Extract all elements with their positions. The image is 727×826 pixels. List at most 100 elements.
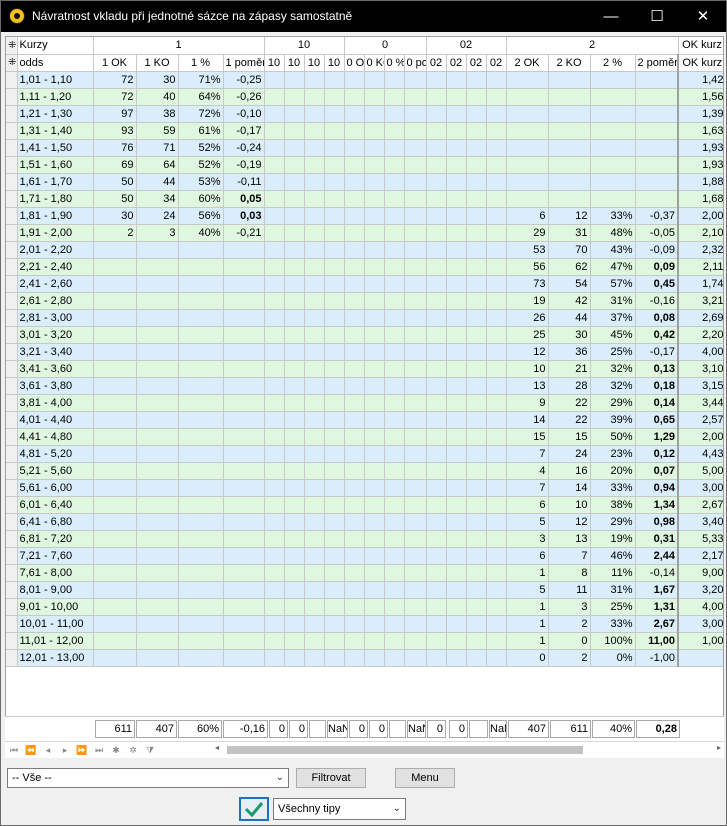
table-cell[interactable]: 3 — [136, 224, 179, 242]
table-cell[interactable] — [404, 292, 427, 310]
table-cell[interactable] — [364, 428, 385, 446]
table-cell[interactable] — [93, 649, 137, 667]
table-cell[interactable]: 25% — [590, 343, 636, 361]
row-selector[interactable] — [6, 105, 18, 123]
table-cell[interactable]: 13 — [506, 377, 549, 395]
table-cell[interactable] — [404, 190, 427, 208]
table-cell[interactable]: 11,01 - 12,00 — [17, 632, 94, 650]
table-cell[interactable] — [304, 173, 325, 191]
table-cell[interactable] — [364, 462, 385, 480]
table-cell[interactable] — [486, 615, 507, 633]
table-cell[interactable]: 14 — [548, 479, 591, 497]
table-cell[interactable] — [635, 156, 679, 174]
table-cell[interactable] — [344, 530, 365, 548]
table-cell[interactable]: 1,67 — [635, 581, 679, 599]
table-cell[interactable]: 53% — [178, 173, 224, 191]
row-selector[interactable] — [6, 649, 18, 667]
table-cell[interactable]: 54 — [548, 275, 591, 293]
table-cell[interactable]: 52% — [178, 139, 224, 157]
table-cell[interactable] — [304, 88, 325, 106]
table-cell[interactable] — [590, 139, 636, 157]
table-row[interactable]: 2,41 - 2,60 73 54 57% 0,45 1,74 — [6, 275, 723, 293]
table-cell[interactable] — [446, 207, 467, 225]
table-cell[interactable] — [344, 581, 365, 599]
table-cell[interactable] — [466, 360, 487, 378]
table-cell[interactable] — [364, 309, 385, 327]
table-cell[interactable] — [404, 564, 427, 582]
table-cell[interactable]: 76 — [93, 139, 137, 157]
table-cell[interactable] — [384, 462, 405, 480]
table-cell[interactable] — [506, 173, 549, 191]
table-cell[interactable] — [364, 190, 385, 208]
table-row[interactable]: 8,01 - 9,00 5 11 31% 1,67 3,20 — [6, 581, 723, 599]
table-cell[interactable] — [93, 513, 137, 531]
table-cell[interactable]: 57% — [590, 275, 636, 293]
table-cell[interactable]: 23% — [590, 445, 636, 463]
table-cell[interactable] — [324, 530, 345, 548]
table-cell[interactable] — [93, 462, 137, 480]
table-cell[interactable] — [426, 513, 447, 531]
table-cell[interactable] — [324, 411, 345, 429]
table-cell[interactable]: 71% — [178, 71, 224, 89]
table-cell[interactable]: 3,15 — [678, 377, 723, 395]
table-cell[interactable]: 61% — [178, 122, 224, 140]
table-row[interactable]: 4,81 - 5,20 7 24 23% 0,12 4,43 — [6, 445, 723, 463]
table-cell[interactable] — [426, 122, 447, 140]
table-cell[interactable] — [404, 496, 427, 514]
table-cell[interactable] — [178, 530, 224, 548]
table-cell[interactable] — [344, 326, 365, 344]
table-cell[interactable] — [264, 292, 285, 310]
table-cell[interactable] — [364, 411, 385, 429]
table-cell[interactable]: 62 — [548, 258, 591, 276]
table-cell[interactable] — [223, 326, 265, 344]
table-cell[interactable]: 100% — [590, 632, 636, 650]
table-cell[interactable] — [223, 547, 265, 565]
table-cell[interactable]: 30 — [136, 71, 179, 89]
table-cell[interactable] — [426, 292, 447, 310]
table-cell[interactable] — [284, 224, 305, 242]
table-cell[interactable]: 93 — [93, 122, 137, 140]
table-cell[interactable]: 7 — [548, 547, 591, 565]
table-cell[interactable] — [384, 258, 405, 276]
table-cell[interactable]: 0,18 — [635, 377, 679, 395]
column-header[interactable]: 0 poměr — [404, 54, 427, 72]
table-cell[interactable]: 2,01 - 2,20 — [17, 241, 94, 259]
table-cell[interactable] — [466, 156, 487, 174]
table-cell[interactable]: 0,14 — [635, 394, 679, 412]
table-cell[interactable] — [426, 479, 447, 497]
table-cell[interactable] — [136, 581, 179, 599]
table-cell[interactable] — [264, 241, 285, 259]
table-cell[interactable] — [506, 190, 549, 208]
table-cell[interactable] — [264, 428, 285, 446]
table-cell[interactable] — [178, 547, 224, 565]
table-cell[interactable] — [466, 224, 487, 242]
table-cell[interactable] — [178, 377, 224, 395]
table-cell[interactable] — [384, 598, 405, 616]
table-cell[interactable] — [344, 156, 365, 174]
table-cell[interactable]: 4,00 — [678, 598, 723, 616]
table-cell[interactable] — [486, 479, 507, 497]
row-selector[interactable] — [6, 360, 18, 378]
table-cell[interactable]: 0,98 — [635, 513, 679, 531]
table-cell[interactable] — [324, 360, 345, 378]
row-selector[interactable] — [6, 173, 18, 191]
table-cell[interactable]: 1,93 — [678, 139, 723, 157]
table-cell[interactable]: 2,00 — [678, 428, 723, 446]
table-cell[interactable] — [93, 343, 137, 361]
table-cell[interactable]: 44 — [548, 309, 591, 327]
table-cell[interactable] — [324, 275, 345, 293]
table-cell[interactable] — [426, 445, 447, 463]
table-cell[interactable]: 12 — [506, 343, 549, 361]
table-cell[interactable] — [264, 88, 285, 106]
table-cell[interactable] — [466, 615, 487, 633]
table-cell[interactable] — [384, 564, 405, 582]
table-cell[interactable]: 2 — [548, 649, 591, 667]
table-cell[interactable] — [426, 275, 447, 293]
table-cell[interactable] — [344, 479, 365, 497]
table-cell[interactable] — [264, 462, 285, 480]
table-cell[interactable] — [178, 309, 224, 327]
table-cell[interactable]: -0,17 — [223, 122, 265, 140]
table-cell[interactable] — [223, 428, 265, 446]
table-cell[interactable] — [93, 326, 137, 344]
table-cell[interactable] — [284, 377, 305, 395]
